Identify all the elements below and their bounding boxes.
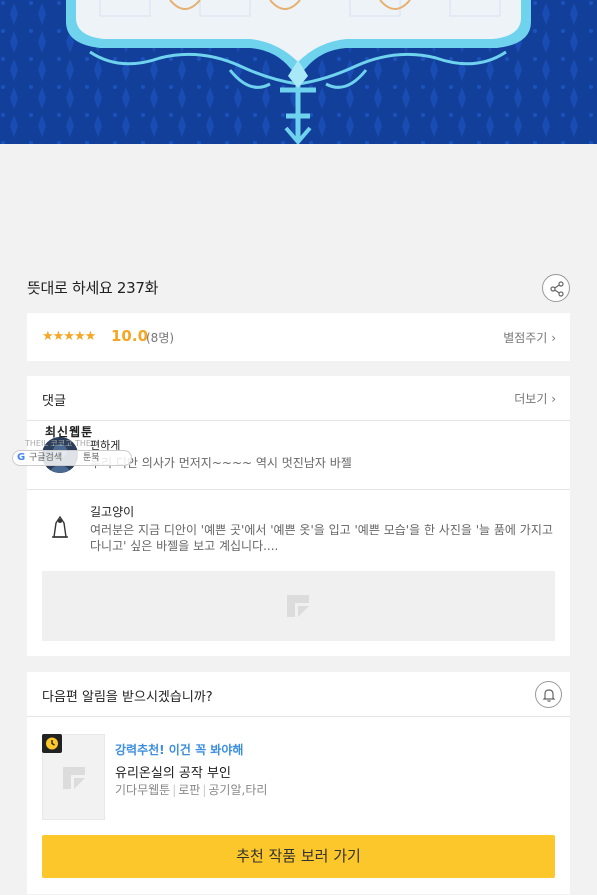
comment-item[interactable]: 길고양이 여러분은 지금 디안이 '예쁜 곳'에서 '예쁜 옷'을 입고 '예쁜… xyxy=(27,490,570,656)
comments-card: 댓글 더보기 › 편하게 우리 디안 의사가 먼저지~~~~ 역시 멋진남자 바… xyxy=(27,376,570,656)
bell-icon xyxy=(542,689,556,702)
rating-count: (8명) xyxy=(146,331,175,345)
episode-title-row: 뜻대로 하세요 237화 xyxy=(27,272,570,304)
share-button[interactable] xyxy=(542,274,570,302)
recommendation-title[interactable]: 유리온실의 공작 부인 xyxy=(115,762,231,781)
episode-title: 뜻대로 하세요 237화 xyxy=(27,279,159,297)
google-search-label: 구글검색 xyxy=(29,453,63,463)
meta-category: 기다무웹툰 xyxy=(115,783,171,797)
rate-label: 별점주기 xyxy=(503,331,548,345)
share-icon xyxy=(550,281,564,297)
notification-bell-button[interactable] xyxy=(535,681,562,708)
comment-text: 여러분은 지금 디안이 '예쁜 곳'에서 '예쁜 옷'을 입고 '예쁜 모습'을… xyxy=(90,523,553,553)
comment-image[interactable] xyxy=(42,571,555,641)
image-placeholder-icon xyxy=(287,595,309,617)
comments-header: 댓글 더보기 › xyxy=(27,376,570,421)
toonbook-label: 툰북 xyxy=(83,453,100,463)
recommendation-badge: 강력추천! 이건 꼭 봐야해 xyxy=(115,743,244,757)
comments-title: 댓글 xyxy=(42,394,66,409)
rating-score: 10.0 xyxy=(111,327,149,345)
ad-space xyxy=(0,144,597,266)
chevron-right-icon: › xyxy=(551,392,556,406)
image-placeholder-icon xyxy=(63,767,85,789)
meta-authors: 공기알,타리 xyxy=(208,783,268,797)
meta-separator: | xyxy=(202,783,207,797)
clock-icon xyxy=(42,734,62,753)
webtoon-banner-image xyxy=(0,0,597,144)
overlay-small-text: THEIL 코코고 THE xyxy=(25,439,91,448)
google-icon: G xyxy=(17,452,26,463)
comments-more-button[interactable]: 더보기 › xyxy=(514,390,556,407)
avatar xyxy=(42,507,78,543)
chevron-right-icon: › xyxy=(551,331,556,345)
notification-row: 다음편 알림을 받으시겠습니까? xyxy=(27,672,570,717)
meta-separator: | xyxy=(172,783,177,797)
rate-button[interactable]: 별점주기 › xyxy=(503,329,556,346)
rating-card: ★★★★★ 10.0 (8명) 별점주기 › xyxy=(27,313,570,361)
comments-more-label: 더보기 xyxy=(514,392,548,406)
recommendation-meta: 기다무웹툰 | 로판 | 공기알,타리 xyxy=(115,781,267,798)
meta-genre: 로판 xyxy=(178,783,201,797)
google-search-pill[interactable]: G 구글검색 툰북 xyxy=(12,450,132,466)
recommendation-card: 다음편 알림을 받으시겠습니까? 강력추천! 이건 꼭 봐야해 유리온실의 공작… xyxy=(27,672,570,894)
rating-stars: ★★★★★ xyxy=(42,329,96,344)
notification-question: 다음편 알림을 받으시겠습니까? xyxy=(42,690,213,705)
see-recommendation-button[interactable]: 추천 작품 보러 가기 xyxy=(42,835,555,878)
comment-author: 길고양이 xyxy=(90,505,135,519)
